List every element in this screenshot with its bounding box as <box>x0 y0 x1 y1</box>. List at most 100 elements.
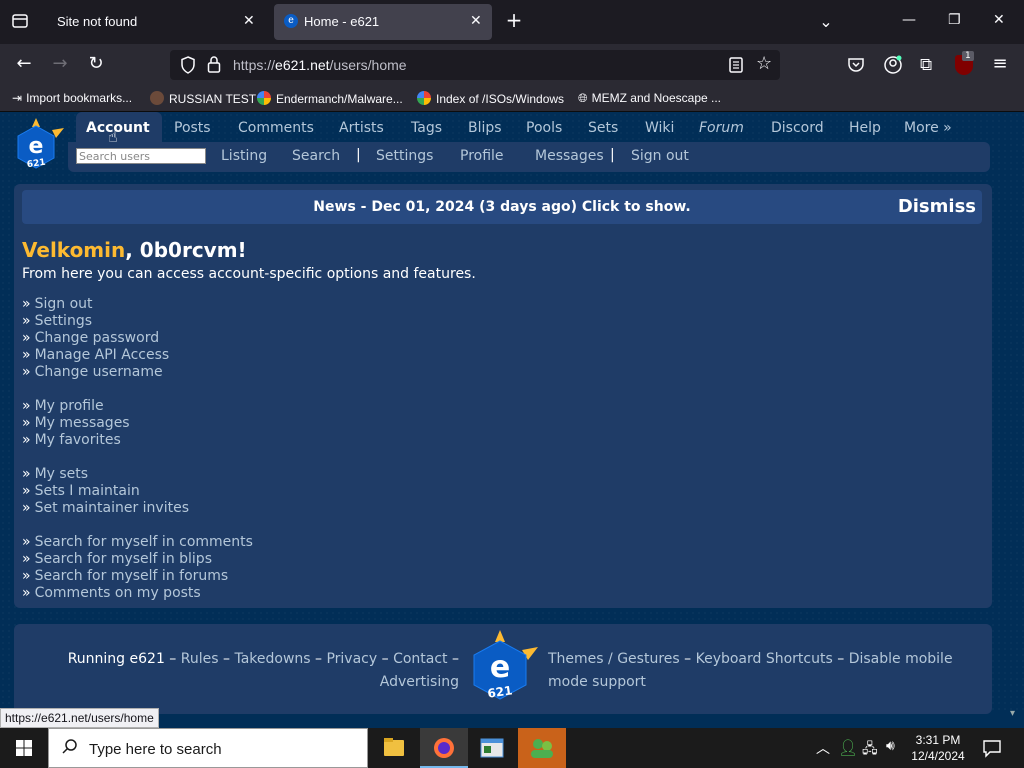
list-item: » Comments on my posts <box>22 585 201 601</box>
nav-blips[interactable]: Blips <box>468 120 502 136</box>
account-icon[interactable] <box>883 55 903 79</box>
clock-date: 12/4/2024 <box>911 749 965 763</box>
clock-time: 3:31 PM <box>915 733 961 747</box>
subnav-search[interactable]: Search <box>292 148 340 164</box>
nav-tags[interactable]: Tags <box>411 120 442 136</box>
menu-icon[interactable]: ≡ <box>990 54 1010 74</box>
taskbar-search-box[interactable]: Type here to search <box>48 728 368 768</box>
bookmark-label: RUSSIAN TEST <box>169 92 257 106</box>
bookmark-endermanch[interactable]: Endermanch/Malware... <box>257 91 403 106</box>
chevron-down-icon[interactable]: ⌄ <box>816 12 836 32</box>
link-sets-i-maintain[interactable]: Sets I maintain <box>35 483 140 499</box>
user-tray-icon[interactable]: 👤︎ <box>838 738 858 757</box>
star-icon[interactable]: ☆ <box>756 53 772 74</box>
link-search-forums[interactable]: Search for myself in forums <box>35 568 229 584</box>
list-item: » Search for myself in comments <box>22 534 253 550</box>
nav-discord[interactable]: Discord <box>771 120 824 136</box>
news-text[interactable]: News - Dec 01, 2024 (3 days ago) Click t… <box>22 199 982 215</box>
nav-help[interactable]: Help <box>849 120 881 136</box>
footer-link-rules[interactable]: Rules <box>181 651 219 667</box>
footer-link-themes[interactable]: Themes / Gestures <box>548 651 680 667</box>
footer-link-contact[interactable]: Contact <box>393 651 447 667</box>
footer-link-takedowns[interactable]: Takedowns <box>234 651 310 667</box>
scroll-down-icon[interactable]: ▾ <box>1010 708 1015 719</box>
url-text[interactable]: https://e621.net/users/home <box>233 57 407 73</box>
back-icon[interactable]: ← <box>14 54 34 74</box>
link-my-favorites[interactable]: My favorites <box>35 432 121 448</box>
new-tab-icon[interactable]: + <box>504 10 524 30</box>
pocket-icon[interactable] <box>847 56 865 78</box>
list-item: » My favorites <box>22 432 121 448</box>
link-my-sets[interactable]: My sets <box>35 466 89 482</box>
subnav-sign-out[interactable]: Sign out <box>631 148 689 164</box>
footer-link-privacy[interactable]: Privacy <box>326 651 377 667</box>
link-settings[interactable]: Settings <box>35 313 92 329</box>
link-manage-api[interactable]: Manage API Access <box>35 347 170 363</box>
bookmark-isos[interactable]: Index of /ISOs/Windows <box>417 91 564 106</box>
link-change-username[interactable]: Change username <box>35 364 163 380</box>
tab-overview-icon[interactable] <box>10 12 30 35</box>
bookmark-russian-test[interactable]: RUSSIAN TEST <box>150 91 256 106</box>
bookmark-label: Index of /ISOs/Windows <box>436 92 565 106</box>
tab-site-not-found[interactable]: Site not found ✕ <box>42 4 270 40</box>
network-icon[interactable]: 🖧︎ <box>862 738 878 762</box>
tab-home-e621[interactable]: e Home - e621 ✕ <box>274 4 492 40</box>
close-icon[interactable]: ✕ <box>243 12 255 29</box>
taskbar-clock[interactable]: 3:31 PM 12/4/2024 <box>908 732 968 764</box>
restore-icon[interactable]: ❐ <box>948 12 961 28</box>
footer-link-advertising[interactable]: Advertising <box>380 674 459 690</box>
taskbar-file-explorer[interactable] <box>370 728 418 768</box>
forward-icon[interactable]: → <box>50 54 70 74</box>
e621-logo[interactable]: e 621 <box>14 118 66 178</box>
bookmark-import[interactable]: ⇥ Import bookmarks... <box>12 91 132 105</box>
reader-view-icon[interactable] <box>728 56 744 78</box>
lock-icon[interactable] <box>207 55 221 77</box>
nav-account[interactable]: Account <box>86 120 150 136</box>
list-item: » My profile <box>22 398 104 414</box>
link-set-maintainer-invites[interactable]: Set maintainer invites <box>35 500 189 516</box>
list-item: » Set maintainer invites <box>22 500 189 516</box>
bookmark-memz[interactable]: 🌐︎ MEMZ and Noescape ... <box>578 91 721 106</box>
nav-sets[interactable]: Sets <box>588 120 618 136</box>
link-my-profile[interactable]: My profile <box>35 398 104 414</box>
google-favicon <box>257 91 271 105</box>
subnav-listing[interactable]: Listing <box>221 148 267 164</box>
url-bar[interactable]: https://e621.net/users/home ☆ <box>170 50 780 80</box>
news-banner[interactable]: News - Dec 01, 2024 (3 days ago) Click t… <box>22 190 982 224</box>
taskbar-firefox[interactable] <box>420 728 468 768</box>
nav-artists[interactable]: Artists <box>339 120 384 136</box>
notification-icon[interactable] <box>982 738 1002 762</box>
subnav-settings[interactable]: Settings <box>376 148 433 164</box>
link-search-blips[interactable]: Search for myself in blips <box>35 551 212 567</box>
subnav-profile[interactable]: Profile <box>460 148 504 164</box>
reload-icon[interactable]: ↻ <box>86 54 106 74</box>
volume-icon[interactable]: 🔊︎ <box>886 738 895 754</box>
dismiss-button[interactable]: Dismiss <box>898 196 976 217</box>
nav-comments[interactable]: Comments <box>238 120 314 136</box>
nav-pools[interactable]: Pools <box>526 120 562 136</box>
import-icon: ⇥ <box>12 91 23 105</box>
nav-forum[interactable]: Forum <box>699 120 744 136</box>
search-users-input[interactable] <box>76 148 206 164</box>
footer-right-links: Themes / Gestures – Keyboard Shortcuts –… <box>548 651 953 690</box>
chevron-up-icon[interactable]: ︿ <box>816 738 830 758</box>
link-change-password[interactable]: Change password <box>35 330 160 346</box>
footer-link-shortcuts[interactable]: Keyboard Shortcuts <box>696 651 833 667</box>
taskbar-app-window[interactable] <box>468 728 516 768</box>
close-icon[interactable]: ✕ <box>470 12 482 29</box>
window-close-icon[interactable]: ✕ <box>993 12 1005 28</box>
footer-e621-logo[interactable]: e 621 <box>466 630 542 710</box>
shield-icon[interactable] <box>180 56 196 78</box>
taskbar-people-app[interactable] <box>518 728 566 768</box>
subnav-messages[interactable]: Messages <box>535 148 604 164</box>
link-comments-on-posts[interactable]: Comments on my posts <box>35 585 201 601</box>
nav-wiki[interactable]: Wiki <box>645 120 674 136</box>
link-sign-out[interactable]: Sign out <box>35 296 93 312</box>
link-my-messages[interactable]: My messages <box>35 415 130 431</box>
link-search-comments[interactable]: Search for myself in comments <box>35 534 253 550</box>
nav-posts[interactable]: Posts <box>174 120 211 136</box>
start-button[interactable] <box>0 728 48 768</box>
minimize-icon[interactable]: — <box>902 12 916 28</box>
extensions-icon[interactable]: ⧉ <box>920 55 932 75</box>
nav-more[interactable]: More » <box>904 120 952 136</box>
